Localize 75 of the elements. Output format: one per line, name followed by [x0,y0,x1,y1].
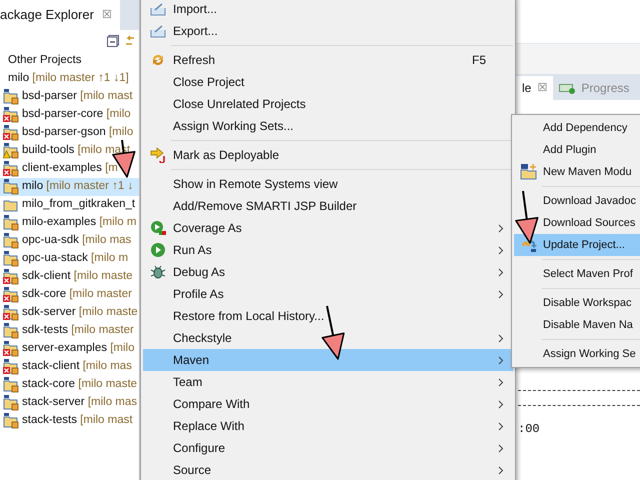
project-name: sdk-core [milo master [22,287,132,302]
project-name: bsd-parser-core [milo [22,107,131,122]
menu-item[interactable]: Debug As [143,261,513,283]
project-row[interactable]: sdk-core [milo master [0,286,139,304]
menu-item[interactable]: Add Plugin [514,139,640,161]
menu-item[interactable]: Download Javadoc [514,190,640,212]
tree-item[interactable]: milo [milo master ↑1 ↓1] [8,70,129,88]
explorer-tab[interactable]: ackage Explorer ☒ [0,0,120,30]
project-name: stack-client [milo mas [22,359,132,374]
menu-item[interactable]: Add Dependency [514,117,640,139]
project-name: stack-server [milo mas [22,395,138,410]
console-text: :00 [518,421,541,438]
project-row[interactable]: milo_from_gitkraken_t [0,196,139,214]
menu-item[interactable]: Assign Working Se [514,343,640,365]
project-row[interactable]: client-examples [m [0,160,139,178]
menu-item[interactable]: Close Project [143,71,513,93]
menu-item[interactable]: Checkstyle [143,327,513,349]
view-tab[interactable]: le ☒ [516,76,554,100]
project-row[interactable]: server-examples [milo [0,340,139,358]
menu-item[interactable]: Run As [143,239,513,261]
project-name: sdk-tests [milo master [22,323,134,338]
close-icon[interactable]: ☒ [102,6,112,24]
tree-item[interactable]: Other Projects [8,52,82,70]
menu-item[interactable]: Assign Working Sets... [143,115,513,137]
project-row[interactable]: milo [milo master ↑1 ↓ [0,178,139,196]
menu-item[interactable]: Profile As [143,283,513,305]
menu-item[interactable]: Restore from Local History... [143,305,513,327]
menu-item[interactable]: Disable Maven Na [514,314,640,336]
project-name: stack-core [milo maste [22,377,138,392]
menu-item[interactable]: Mark as Deployable [143,144,513,166]
project-name: bsd-parser [milo mast [22,89,133,104]
menu-item[interactable]: Add/Remove SMARTI JSP Builder [143,195,513,217]
menu-item[interactable]: Select Maven Prof [514,263,640,285]
project-name: stack-tests [milo mast [22,413,133,428]
project-row[interactable]: bsd-parser [milo mast [0,88,139,106]
menu-item[interactable]: Close Unrelated Projects [143,93,513,115]
project-name: milo [milo master ↑1 ↓ [22,179,134,194]
project-name: opc-ua-stack [milo m [22,251,128,266]
project-name: server-examples [milo [22,341,134,356]
project-row[interactable]: stack-client [milo mas [0,358,139,376]
project-name: milo-examples [milo m [22,215,136,230]
project-row[interactable]: stack-server [milo mas [0,394,139,412]
project-row[interactable]: stack-tests [milo mast [0,412,139,430]
menu-item[interactable]: Source [143,459,513,480]
project-name: client-examples [m [22,161,118,176]
menu-item[interactable]: Maven [143,349,513,371]
menu-item[interactable]: Download Sources [514,212,640,234]
menu-item[interactable]: Update Project... [514,234,640,256]
project-row[interactable]: bsd-parser-gson [milo [0,124,139,142]
menu-item[interactable]: Export... [143,20,513,42]
menu-item[interactable]: Replace With [143,415,513,437]
project-row[interactable]: sdk-server [milo maste [0,304,139,322]
menu-item[interactable]: Disable Workspac [514,292,640,314]
menu-item[interactable]: Coverage As [143,217,513,239]
project-row[interactable]: bsd-parser-core [milo [0,106,139,124]
project-row[interactable]: opc-ua-stack [milo m [0,250,139,268]
project-name: opc-ua-sdk [milo mas [22,233,132,248]
project-row[interactable]: opc-ua-sdk [milo mas [0,232,139,250]
project-row[interactable]: milo-examples [milo m [0,214,139,232]
project-row[interactable]: sdk-client [milo maste [0,268,139,286]
shortcut-text: F5 [472,52,486,69]
menu-item[interactable]: Refresh F5 [143,49,513,71]
project-row[interactable]: sdk-tests [milo master [0,322,139,340]
menu-item[interactable]: Compare With [143,393,513,415]
close-icon[interactable]: ☒ [537,80,548,96]
project-name: sdk-server [milo maste [22,305,138,320]
menu-item[interactable]: New Maven Modu [514,161,640,183]
menu-item[interactable]: Import... [143,0,513,20]
project-name: milo_from_gitkraken_t [22,197,136,212]
project-row[interactable]: stack-core [milo maste [0,376,139,394]
project-name: sdk-client [milo maste [22,269,133,284]
menu-item[interactable]: Team [143,371,513,393]
menu-item[interactable]: Configure [143,437,513,459]
menu-item[interactable]: Show in Remote Systems view [143,173,513,195]
project-name: bsd-parser-gson [milo [22,125,134,140]
